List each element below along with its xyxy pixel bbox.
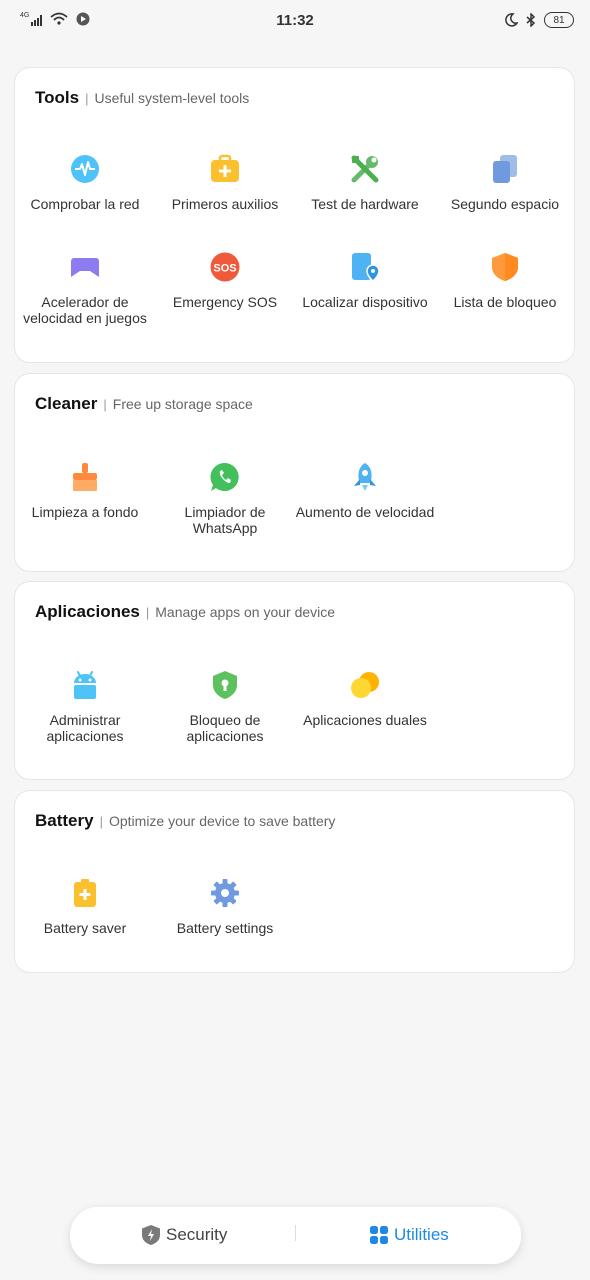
tool-locate-device[interactable]: Localizar dispositivo [295,252,435,310]
apps-manage[interactable]: Administrar aplicaciones [15,670,155,744]
status-time: 11:32 [276,12,314,29]
tile-label: Limpieza a fondo [31,504,139,520]
apps-lock[interactable]: Bloqueo de aplicaciones [155,670,295,744]
apps-header: Aplicaciones | Manage apps on your devic… [35,602,335,622]
bluetooth-icon [526,13,536,27]
battery-saver-icon [74,879,96,907]
status-right: 81 [504,12,574,28]
tile-label: Lista de bloqueo [453,294,557,310]
tab-utilities-label: Utilities [394,1225,449,1244]
tile-label: Test de hardware [311,196,419,212]
tools-card: Tools | Useful system-level tools Compro… [14,67,575,363]
cleaner-whatsapp[interactable]: Limpiador de WhatsApp [155,462,295,536]
rocket-icon [354,463,376,491]
nav-divider [295,1225,296,1241]
tile-label: Localizar dispositivo [302,294,428,310]
section-title: Tools [35,88,80,107]
battery-header: Battery | Optimize your device to save b… [35,811,335,831]
tile-label: Battery saver [43,920,127,936]
moon-icon [505,13,518,27]
battery-level: 81 [553,14,565,26]
battery-card: Battery | Optimize your device to save b… [14,790,575,973]
second-space-icon [493,155,517,183]
sos-icon: SOS [210,252,240,282]
cleaner-card: Cleaner | Free up storage space Limpieza… [14,373,575,572]
tool-emergency-sos[interactable]: SOS Emergency SOS [155,252,295,310]
dual-apps-icon [351,672,379,698]
tool-second-space[interactable]: Segundo espacio [435,154,575,212]
gear-icon [211,879,239,907]
android-icon [74,671,96,699]
section-title: Battery [35,811,94,830]
tool-network-check[interactable]: Comprobar la red [15,154,155,212]
tab-security-label: Security [166,1225,228,1244]
tools-icon [351,155,379,183]
cleaner-header: Cleaner | Free up storage space [35,394,253,414]
tile-label: Battery settings [176,920,274,936]
tool-game-turbo[interactable]: Acelerador de velocidad en juegos [15,252,155,326]
shield-icon [142,1225,160,1245]
tool-blocklist[interactable]: Lista de bloqueo [435,252,575,310]
blocklist-shield-icon [492,253,518,281]
svg-text:SOS: SOS [213,263,236,275]
header-separator: | [85,91,89,106]
tile-label: Administrar aplicaciones [46,712,124,744]
section-subtitle: Free up storage space [112,396,253,412]
tools-header: Tools | Useful system-level tools [35,88,249,108]
section-subtitle: Manage apps on your device [155,604,336,620]
cleaner-deep-clean[interactable]: Limpieza a fondo [15,462,155,520]
battery-indicator: 81 [544,12,574,28]
battery-settings[interactable]: Battery settings [155,878,295,936]
tool-hardware-test[interactable]: Test de hardware [295,154,435,212]
tile-label: Aumento de velocidad [295,504,435,520]
tile-label: Aplicaciones duales [303,712,427,728]
section-subtitle: Useful system-level tools [94,90,250,106]
app-lock-shield-icon [213,671,237,699]
whatsapp-icon [210,462,239,491]
battery-saver[interactable]: Battery saver [15,878,155,936]
cleaner-speed-boost[interactable]: Aumento de velocidad [295,462,435,520]
header-separator: | [103,397,107,412]
section-subtitle: Optimize your device to save battery [108,813,336,829]
apps-card: Aplicaciones | Manage apps on your devic… [14,581,575,780]
tile-label: Acelerador de velocidad en juegos [23,294,147,326]
header-separator: | [145,605,150,620]
locate-device-icon [352,253,380,282]
tile-label: Comprobar la red [30,196,140,212]
tab-security[interactable]: Security [142,1225,227,1245]
first-aid-kit-icon [211,154,239,182]
bottom-navigation: Security Utilities [70,1207,521,1264]
gamepad-icon [71,258,99,277]
tab-utilities[interactable]: Utilities [370,1225,449,1245]
tool-first-aid[interactable]: Primeros auxilios [155,154,295,212]
network-check-icon [71,155,99,183]
broom-icon [73,463,97,491]
tile-label: Emergency SOS [172,294,278,310]
grid-icon [370,1226,388,1244]
section-title: Aplicaciones [35,602,140,621]
tile-label: Bloqueo de aplicaciones [186,712,264,744]
tile-label: Segundo espacio [450,196,560,212]
apps-dual[interactable]: Aplicaciones duales [295,670,435,728]
section-title: Cleaner [35,394,98,413]
header-separator: | [99,814,103,829]
status-bar: 4G 11:32 81 [0,0,590,44]
tile-label: Limpiador de WhatsApp [184,504,266,536]
tile-label: Primeros auxilios [171,196,279,212]
